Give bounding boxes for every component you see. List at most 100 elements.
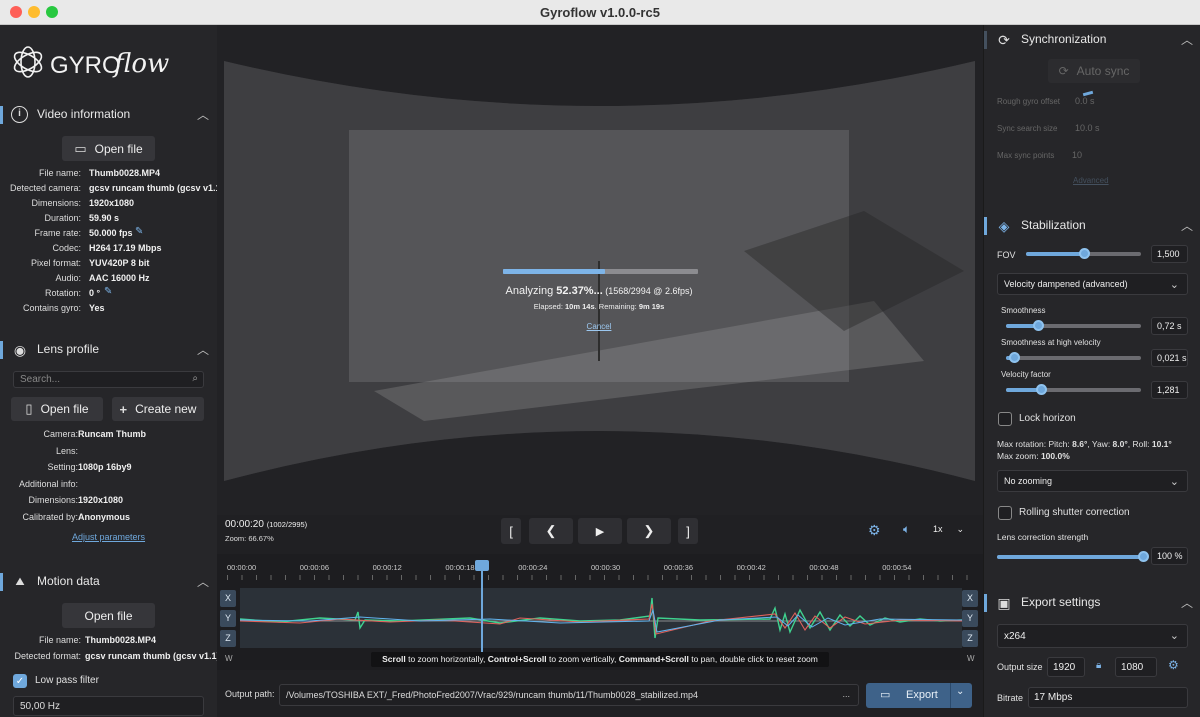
browse-button[interactable]: ... xyxy=(842,689,850,699)
velocity-factor-slider[interactable] xyxy=(1006,384,1141,395)
max-zoom-text: Max zoom: 100.0% xyxy=(997,451,1070,461)
next-frame-button[interactable]: ❯ xyxy=(627,518,671,544)
sync-advanced-link[interactable]: Advanced xyxy=(1073,176,1109,185)
zooming-select[interactable]: No zooming ⌄ xyxy=(997,470,1188,492)
axis-z-button[interactable]: Z xyxy=(962,630,978,647)
info-row: Duration: 59.90 s xyxy=(0,213,217,228)
lens-correction-slider[interactable] xyxy=(997,551,1149,562)
timeline-ruler xyxy=(227,575,977,580)
export-button[interactable]: ▭ Export ⌄ xyxy=(866,683,972,708)
video-open-file-button[interactable]: ▭ Open file xyxy=(62,136,155,161)
chevron-up-icon: ︿ xyxy=(1180,33,1193,47)
axis-x-button[interactable]: X xyxy=(962,590,978,607)
adjust-parameters-link[interactable]: Adjust parameters xyxy=(72,532,145,542)
gyroflow-logo: GYRO flow xyxy=(10,39,210,85)
info-key: Audio: xyxy=(55,273,81,283)
playhead[interactable] xyxy=(475,560,490,652)
smoothness-slider[interactable] xyxy=(1006,320,1141,331)
info-value: 50.000 fps xyxy=(89,228,133,238)
info-value: Runcam Thumb xyxy=(78,429,147,439)
lens-search-input[interactable]: Search... ⌕ xyxy=(13,371,204,388)
info-key: Dimensions: xyxy=(28,495,78,505)
info-row: Setting: 1080p 16by9 xyxy=(0,462,217,477)
max-sync-points-value[interactable]: 10 xyxy=(1072,150,1082,160)
axis-y-button[interactable]: Y xyxy=(220,610,236,627)
stabilization-header[interactable]: ◈ Stabilization ︿ xyxy=(984,211,1200,241)
rough-offset-value[interactable]: 0.0 s xyxy=(1075,96,1095,106)
smoothness-high-velocity-slider[interactable] xyxy=(1006,352,1141,363)
smoothness-value[interactable]: 0,72 s xyxy=(1151,317,1188,335)
info-row: File name: Thumb0028.MP4 xyxy=(0,168,217,183)
rolling-shutter-checkbox[interactable] xyxy=(998,506,1012,520)
cancel-analysis-link[interactable]: Cancel xyxy=(587,322,612,331)
bitrate-input[interactable]: 17 Mbps xyxy=(1028,687,1188,708)
fov-slider[interactable] xyxy=(1026,248,1141,259)
axis-y-button[interactable]: Y xyxy=(962,610,978,627)
rolling-shutter-label: Rolling shutter correction xyxy=(1019,507,1130,518)
fov-value[interactable]: 1,500 xyxy=(1151,245,1188,263)
lock-horizon-checkbox[interactable] xyxy=(998,412,1012,426)
file-icon: ▯ xyxy=(25,401,33,416)
info-value: Yes xyxy=(89,303,105,313)
zoom-level: Zoom: 66.67% xyxy=(225,534,274,543)
info-row: Pixel format: YUV420P 8 bit xyxy=(0,258,217,273)
info-row: Additional info: xyxy=(0,479,217,494)
previous-frame-button[interactable]: ❮ xyxy=(529,518,573,544)
sync-search-size-value[interactable]: 10.0 s xyxy=(1075,123,1100,133)
analysis-elapsed-text: Elapsed: 10m 14s. Remaining: 9m 19s xyxy=(533,302,665,311)
auto-sync-button[interactable]: ⟳ Auto sync xyxy=(1048,59,1140,83)
velocity-factor-value[interactable]: 1,281 xyxy=(1151,381,1188,399)
chevron-up-icon: ︿ xyxy=(1180,219,1193,233)
stabilization-toggle-icon[interactable]: ⚙ xyxy=(868,522,881,539)
aperture-icon: ◉ xyxy=(13,342,27,358)
chevron-down-icon[interactable]: ⌄ xyxy=(956,686,964,697)
axis-x-button[interactable]: X xyxy=(220,590,236,607)
info-key: Setting: xyxy=(47,462,78,472)
title-bar: Gyroflow v1.0.0-rc5 xyxy=(0,0,1200,25)
smoothness-high-velocity-value[interactable]: 0,021 s xyxy=(1151,349,1188,367)
section-title: Lens profile xyxy=(37,342,100,356)
info-icon: i xyxy=(11,106,28,123)
create-new-button[interactable]: + Create new xyxy=(112,397,204,421)
codec-select[interactable]: x264 ⌄ xyxy=(997,624,1188,648)
synchronization-header[interactable]: ⟳ Synchronization ︿ xyxy=(984,25,1200,55)
low-pass-filter-checkbox[interactable]: ✓ xyxy=(13,674,27,688)
lens-correction-value[interactable]: 100 % xyxy=(1151,547,1188,565)
lock-aspect-icon[interactable]: 🔒︎ xyxy=(1096,660,1101,671)
smoothing-method-select[interactable]: Velocity dampened (advanced) ⌄ xyxy=(997,273,1188,295)
info-key: Rotation: xyxy=(44,288,81,298)
edit-icon[interactable]: ✎ xyxy=(104,286,112,297)
low-pass-frequency-input[interactable]: 50,00 Hz xyxy=(13,696,204,716)
play-button[interactable]: ▶ xyxy=(578,518,622,544)
info-value: Anonymous xyxy=(78,511,131,522)
playback-speed-select[interactable]: 1x ⌄ xyxy=(933,524,964,535)
lens-open-file-button[interactable]: ▯ Open file xyxy=(11,397,103,421)
set-out-point-button[interactable]: ] xyxy=(678,518,698,544)
timeline-tick-label: 00:00:06 xyxy=(299,563,329,572)
output-path-input[interactable]: /Volumes/TOSHIBA EXT/_Fred/PhotoFred2007… xyxy=(279,684,859,706)
output-width-input[interactable]: 1920 xyxy=(1047,657,1085,677)
export-settings-header[interactable]: ▣ Export settings ︿ xyxy=(984,588,1200,618)
sync-search-size-label: Sync search size xyxy=(997,124,1058,133)
lens-profile-header[interactable]: ◉ Lens profile ︿ xyxy=(0,335,217,365)
edit-icon[interactable]: ✎ xyxy=(135,226,143,237)
stabilization-icon: ◈ xyxy=(998,218,1010,234)
motion-data-header[interactable]: ⛰ Motion data ︿ xyxy=(0,567,217,597)
section-title: Video information xyxy=(37,107,131,121)
left-panel: GYRO flow i Video information ︿ ▭ Open fi… xyxy=(0,25,217,717)
info-key: Frame rate: xyxy=(34,228,81,238)
video-viewport[interactable]: Analyzing 52.37%... (1568/2994 @ 2.6fps)… xyxy=(217,25,983,515)
output-height-input[interactable]: 1080 xyxy=(1115,657,1157,677)
motion-open-file-button[interactable]: Open file xyxy=(62,603,155,628)
video-information-header[interactable]: i Video information ︿ xyxy=(0,100,217,130)
set-in-point-button[interactable]: [ xyxy=(501,518,521,544)
axis-z-button[interactable]: Z xyxy=(220,630,236,647)
output-size-label: Output size xyxy=(997,662,1043,672)
chevron-up-icon: ︿ xyxy=(196,575,209,589)
speaker-icon[interactable]: 🔈︎ xyxy=(903,522,910,537)
info-row: Detected camera: gcsv runcam thumb (gcsv … xyxy=(0,183,217,198)
timeline-tick-label: 00:00:42 xyxy=(736,563,766,572)
current-time: 00:00:20 (1002/2995) xyxy=(225,519,308,530)
info-row: Contains gyro: Yes xyxy=(0,303,217,318)
gear-icon[interactable]: ⚙ xyxy=(1168,658,1179,672)
